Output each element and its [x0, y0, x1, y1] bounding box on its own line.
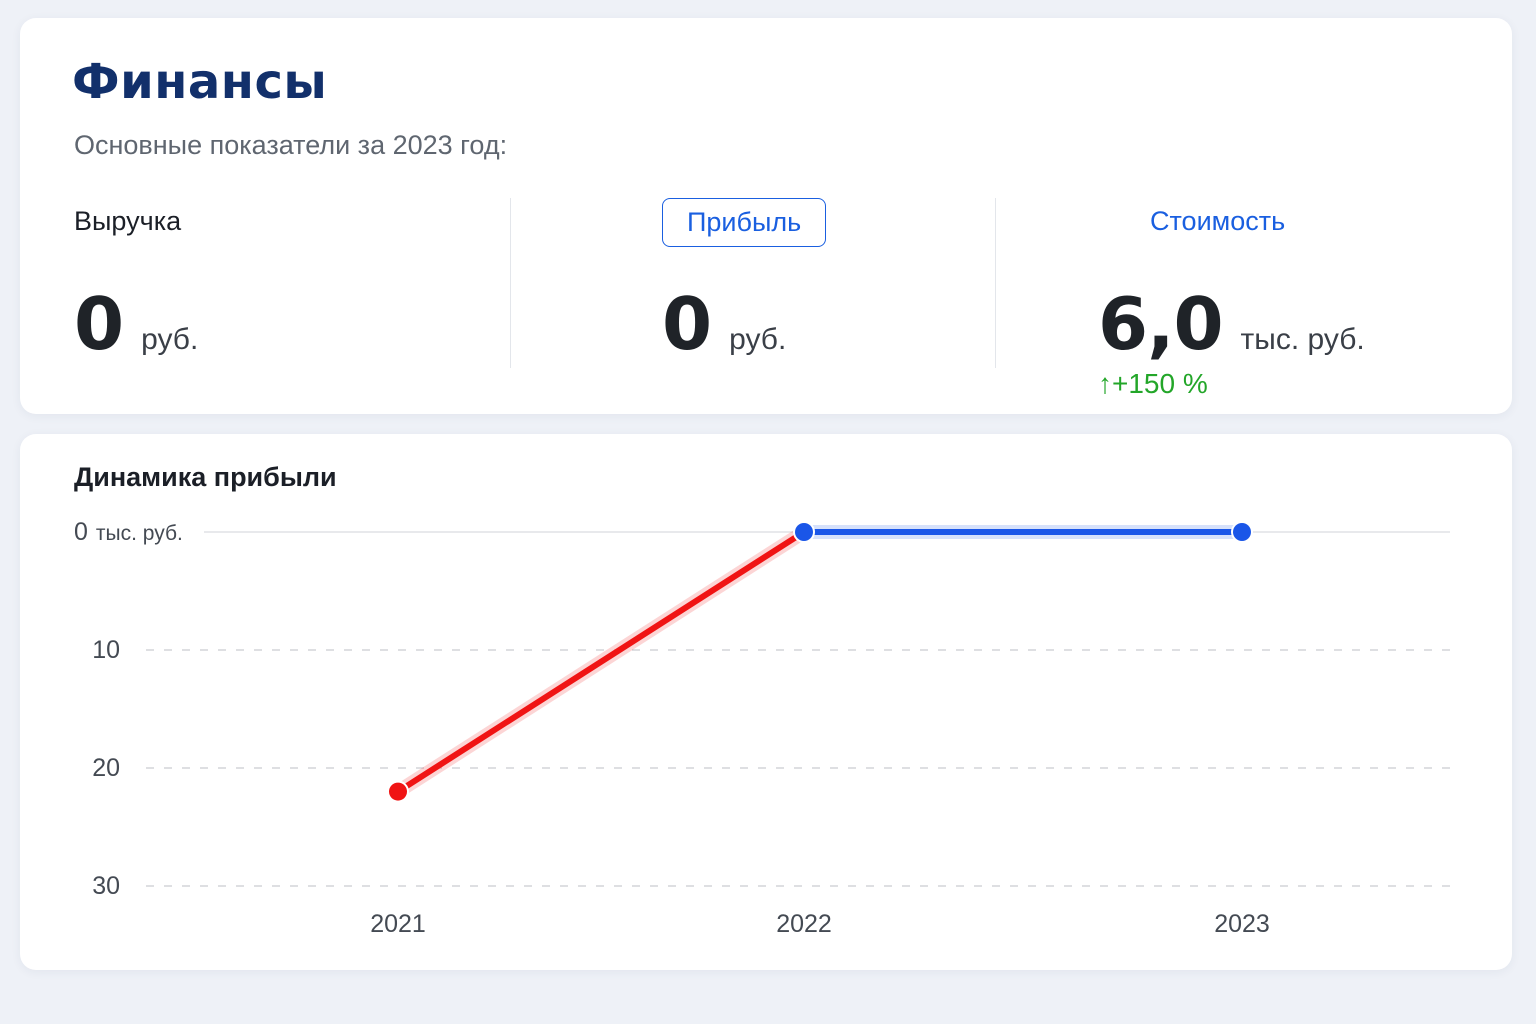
profit-chart-card: 0 тыс. руб. 10 20 30 2021 2022 2023 Динамика пр… [20, 434, 1512, 970]
page-title: Финансы [72, 54, 328, 110]
x-tick-label: 2022 [776, 910, 832, 938]
data-point [1233, 523, 1251, 541]
metric-profit-value: 0 руб. [662, 282, 786, 366]
metric-cost-change: ↑+150 % [1098, 368, 1208, 399]
metric-revenue-number: 0 [74, 282, 124, 366]
metric-cost-number: 6,0 [1098, 282, 1224, 366]
series-segment [395, 529, 807, 795]
metric-cost-link[interactable]: Стоимость [1150, 206, 1285, 237]
y-tick-label: 10 [92, 636, 120, 664]
y-tick-label: 30 [92, 872, 120, 900]
x-tick-label: 2021 [370, 910, 426, 938]
metric-divider [995, 198, 996, 368]
metric-cost-unit: тыс. руб. [1240, 323, 1365, 356]
profit-line-chart: 0 тыс. руб. 10 20 30 2021 2022 2023 [74, 518, 1450, 938]
metric-profit-number: 0 [662, 282, 712, 366]
data-point [389, 782, 407, 801]
metric-revenue-label: Выручка [74, 206, 182, 236]
metric-profit: Прибыль 0 руб. [662, 198, 982, 388]
metric-cost-value: 6,0 тыс. руб. [1098, 282, 1365, 366]
metric-revenue-unit: руб. [141, 323, 199, 356]
metric-revenue: Выручка 0 руб. [74, 198, 494, 388]
metric-divider [510, 198, 511, 368]
metric-profit-unit: руб. [729, 323, 787, 356]
finance-summary-card: Финансы Основные показатели за 2023 год:… [20, 18, 1512, 414]
y-unit-label: тыс. руб. [96, 522, 183, 545]
chart-title: Динамика прибыли [74, 462, 337, 492]
y-tick-label: 20 [92, 754, 120, 782]
metric-cost: Стоимость 6,0 тыс. руб. ↑+150 % [1098, 198, 1458, 399]
x-tick-label: 2023 [1214, 910, 1270, 938]
metric-profit-tab[interactable]: Прибыль [662, 198, 827, 247]
page-subtitle: Основные показатели за 2023 год: [74, 130, 508, 160]
data-point [795, 523, 813, 541]
metric-revenue-value: 0 руб. [74, 282, 198, 366]
y-tick-label: 0 тыс. руб. [74, 518, 183, 546]
